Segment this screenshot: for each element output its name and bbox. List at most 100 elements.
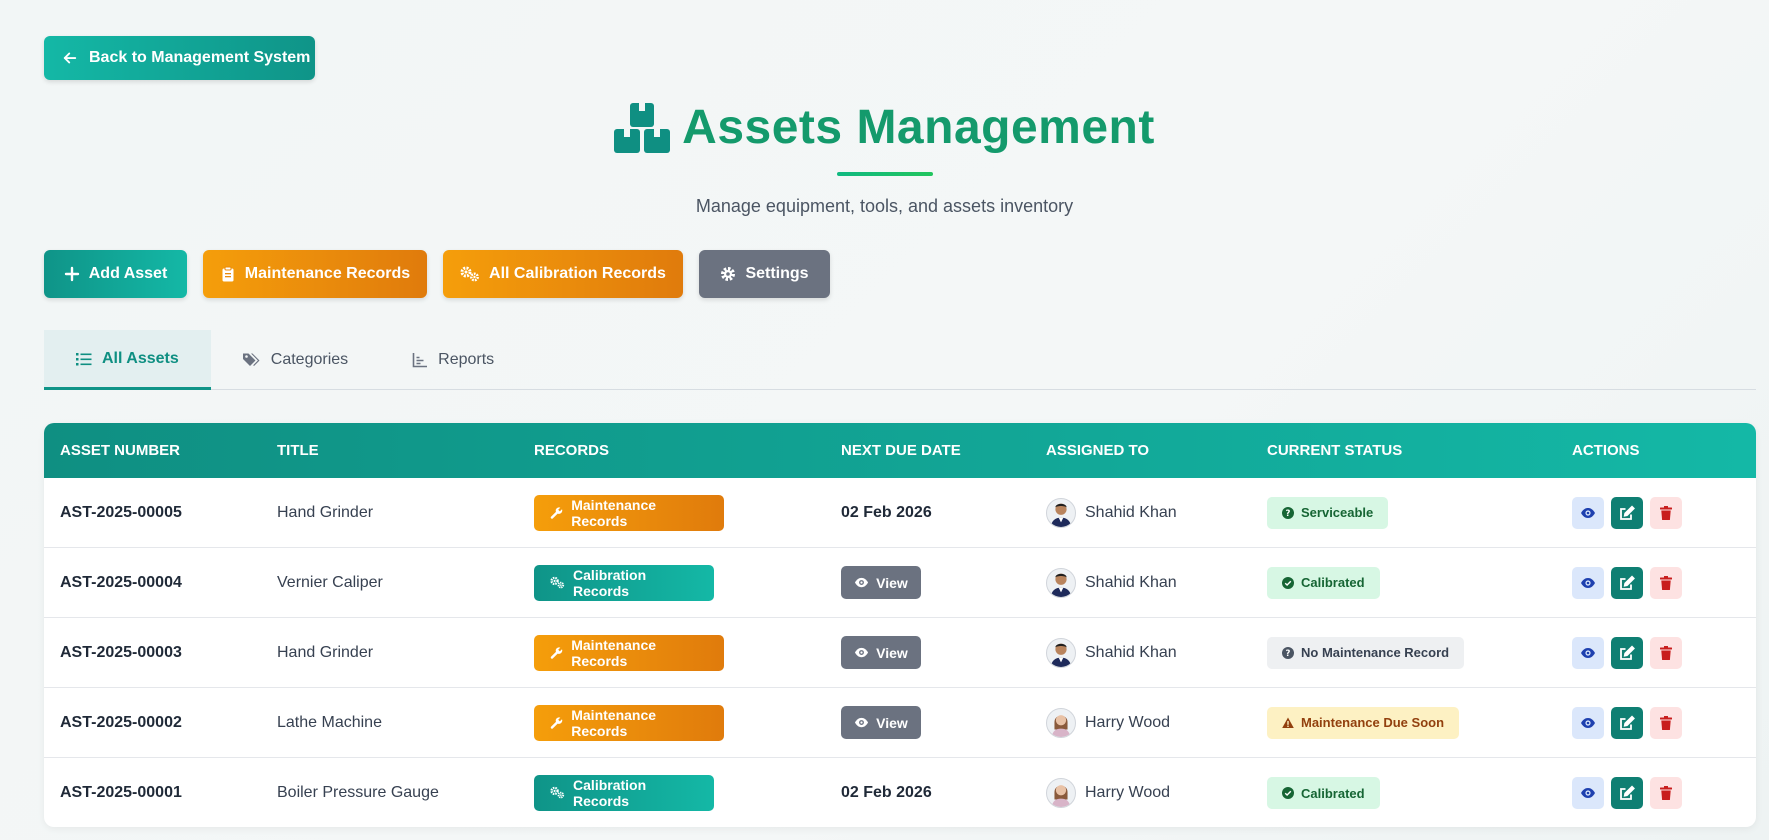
table-row: AST-2025-00001 Boiler Pressure Gauge Cal… <box>44 758 1756 827</box>
action-bar: Add Asset Maintenance Records All Calibr… <box>44 250 830 298</box>
tab-bar: All Assets Categories Reports <box>44 330 1756 390</box>
edit-icon <box>1620 575 1635 590</box>
asset-number: AST-2025-00003 <box>60 643 182 661</box>
header-actions: ACTIONS <box>1572 442 1640 459</box>
calibration-records-button[interactable]: Calibration Records <box>534 775 714 811</box>
all-calibration-records-button[interactable]: All Calibration Records <box>443 250 683 298</box>
edit-button[interactable] <box>1611 496 1643 529</box>
check-circle-icon <box>1282 576 1294 589</box>
edit-button[interactable] <box>1611 706 1643 739</box>
tab-categories-label: Categories <box>270 350 349 368</box>
edit-button[interactable] <box>1611 566 1643 599</box>
asset-title: Hand Grinder <box>277 503 374 521</box>
records-label: Calibration Records <box>573 777 647 809</box>
calibration-records-button[interactable]: Calibration Records <box>534 564 714 601</box>
person-female-icon <box>1051 714 1071 737</box>
eye-icon <box>1581 577 1595 588</box>
title-underline <box>836 171 933 176</box>
next-due-date: 02 Feb 2026 <box>841 784 932 801</box>
warning-icon <box>1282 717 1294 728</box>
view-button[interactable] <box>1572 636 1604 669</box>
page-header: Assets Management Manage equipment, tool… <box>0 100 1769 217</box>
tab-all-assets[interactable]: All Assets <box>44 330 211 390</box>
delete-button[interactable] <box>1650 496 1682 529</box>
view-button[interactable] <box>1572 706 1604 739</box>
delete-button[interactable] <box>1650 706 1682 739</box>
view-due-button[interactable]: View <box>841 566 921 599</box>
person-male-icon <box>1050 503 1072 527</box>
plus-icon <box>64 266 79 282</box>
header-current-status: CURRENT STATUS <box>1267 442 1403 459</box>
view-label: View <box>876 574 908 591</box>
next-due-date: 02 Feb 2026 <box>841 503 932 521</box>
view-button[interactable] <box>1572 566 1604 599</box>
header-next-due-date: NEXT DUE DATE <box>841 442 961 459</box>
status-label: Calibrated <box>1301 785 1365 801</box>
eye-icon <box>1581 788 1595 798</box>
assigned-to: Harry Wood <box>1046 707 1170 738</box>
cogs-icon <box>460 266 479 282</box>
tab-all-assets-label: All Assets <box>102 349 179 367</box>
view-button[interactable] <box>1572 496 1604 529</box>
page-subtitle: Manage equipment, tools, and assets inve… <box>695 195 1074 216</box>
avatar <box>1046 567 1076 598</box>
person-male-icon <box>1050 643 1072 667</box>
back-to-management-button[interactable]: Back to Management System <box>44 36 315 80</box>
edit-button[interactable] <box>1611 636 1643 669</box>
status-label: Calibrated <box>1301 575 1365 590</box>
settings-button[interactable]: Settings <box>699 250 830 298</box>
all-calibration-records-label: All Calibration Records <box>489 265 666 282</box>
assets-table: ASSET NUMBER TITLE RECORDS NEXT DUE DATE… <box>44 423 1756 827</box>
status-badge: Maintenance Due Soon <box>1267 706 1460 739</box>
maintenance-records-button[interactable]: Maintenance Records <box>534 494 724 531</box>
check-circle-icon <box>1282 787 1294 799</box>
records-label: Maintenance Records <box>571 706 657 739</box>
maintenance-records-button[interactable]: Maintenance Records <box>534 634 724 671</box>
row-actions <box>1572 636 1682 669</box>
maintenance-records-button[interactable]: Maintenance Records <box>534 704 724 741</box>
tags-icon <box>242 353 260 366</box>
view-label: View <box>876 644 908 661</box>
tab-categories[interactable]: Categories <box>211 330 380 389</box>
wrench-icon <box>550 646 563 659</box>
row-actions <box>1572 706 1682 739</box>
status-badge: ? No Maintenance Record <box>1267 636 1465 669</box>
status-label: Maintenance Due Soon <box>1301 715 1445 730</box>
edit-button[interactable] <box>1611 777 1643 809</box>
assignee-name: Shahid Khan <box>1085 503 1177 521</box>
table-header: ASSET NUMBER TITLE RECORDS NEXT DUE DATE… <box>44 423 1756 478</box>
delete-button[interactable] <box>1650 636 1682 669</box>
asset-number: AST-2025-00002 <box>60 713 182 731</box>
assigned-to: Harry Wood <box>1046 778 1170 808</box>
eye-icon <box>855 577 869 588</box>
header-records: RECORDS <box>534 442 610 459</box>
asset-number: AST-2025-00004 <box>60 573 182 591</box>
cogs-icon <box>550 786 565 799</box>
delete-button[interactable] <box>1650 566 1682 599</box>
view-button[interactable] <box>1572 777 1604 809</box>
trash-icon <box>1660 786 1672 800</box>
eye-icon <box>1581 647 1595 658</box>
tab-reports[interactable]: Reports <box>380 330 526 389</box>
edit-icon <box>1620 645 1635 660</box>
view-due-button[interactable]: View <box>841 636 921 669</box>
question-circle-icon: ? <box>1282 506 1294 519</box>
avatar <box>1046 497 1076 528</box>
avatar <box>1046 778 1076 808</box>
assigned-to: Shahid Khan <box>1046 637 1177 668</box>
wrench-icon <box>550 716 563 729</box>
delete-button[interactable] <box>1650 777 1682 809</box>
asset-title: Lathe Machine <box>277 713 382 731</box>
maintenance-records-label: Maintenance Records <box>244 265 411 282</box>
view-due-button[interactable]: View <box>841 706 921 739</box>
trash-icon <box>1660 645 1672 660</box>
eye-icon <box>855 717 869 728</box>
assignee-name: Harry Wood <box>1085 784 1171 801</box>
status-badge: ? Serviceable <box>1267 496 1389 529</box>
maintenance-records-button[interactable]: Maintenance Records <box>203 250 427 298</box>
trash-icon <box>1660 715 1672 730</box>
cogs-icon <box>550 576 565 588</box>
add-asset-button[interactable]: Add Asset <box>44 250 187 298</box>
person-male-icon <box>1050 573 1072 597</box>
asset-title: Hand Grinder <box>277 643 374 661</box>
